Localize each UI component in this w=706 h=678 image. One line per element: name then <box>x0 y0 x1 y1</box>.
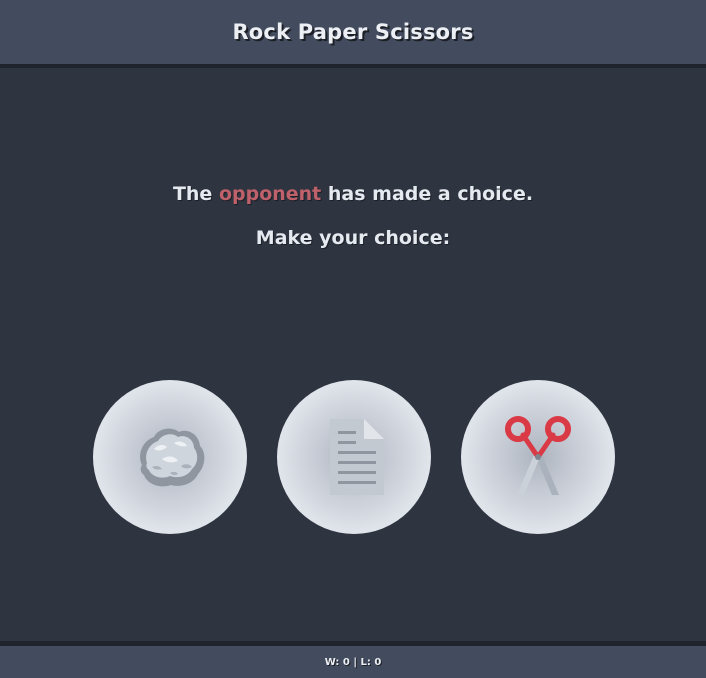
rock-button[interactable] <box>93 380 247 534</box>
opponent-label: opponent <box>218 183 322 205</box>
score-display: W: 0 | L: 0 <box>324 656 382 668</box>
rock-icon <box>140 428 205 487</box>
scissors-button[interactable] <box>461 380 615 534</box>
scissors-icon <box>505 416 571 495</box>
header-bar: Rock Paper Scissors <box>0 0 706 68</box>
page-title: Rock Paper Scissors <box>232 20 474 44</box>
status-prefix: The <box>172 183 219 205</box>
paper-icon <box>330 419 384 495</box>
opponent-status-text: The opponent has made a choice. <box>0 183 706 205</box>
paper-button[interactable] <box>277 380 431 534</box>
game-page: Rock Paper Scissors The opponent has mad… <box>0 0 706 678</box>
footer-bar: W: 0 | L: 0 <box>0 641 706 678</box>
status-suffix: has made a choice. <box>321 183 534 205</box>
choice-group <box>0 380 706 534</box>
choice-prompt: Make your choice: <box>255 227 451 249</box>
